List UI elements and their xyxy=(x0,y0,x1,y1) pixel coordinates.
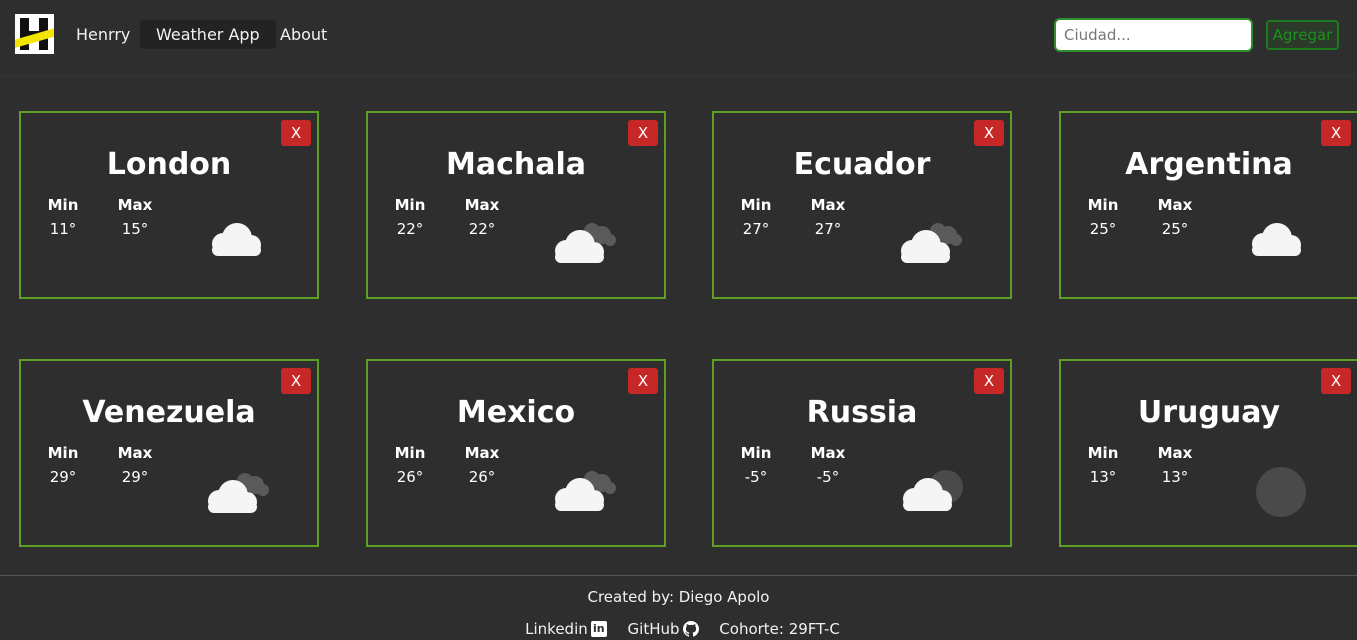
min-temp: 26° xyxy=(396,468,424,486)
min-temp: 22° xyxy=(396,220,424,238)
close-card-button[interactable]: X xyxy=(1321,120,1351,146)
weather-card-machala: X Machala Min 22° Max 22° xyxy=(366,111,666,299)
cloud-dark-cloud-icon xyxy=(555,471,616,511)
max-temp: 25° xyxy=(1161,220,1189,238)
max-temp: 26° xyxy=(468,468,496,486)
weather-card-uruguay: X Uruguay Min 13° Max 13° xyxy=(1059,359,1357,547)
weather-card-mexico: X Mexico Min 26° Max 26° xyxy=(366,359,666,547)
city-search-input[interactable] xyxy=(1054,18,1253,52)
footer: Created by: Diego Apolo Linkedin in GitH… xyxy=(0,575,1357,640)
add-city-button[interactable]: Agregar xyxy=(1266,20,1339,50)
night-moon-icon xyxy=(1256,467,1306,517)
city-name: Uruguay xyxy=(1137,395,1281,430)
min-temp: -5° xyxy=(744,468,768,486)
city-name: Machala xyxy=(445,147,586,182)
city-name: Argentina xyxy=(1125,147,1293,182)
nav-link-about[interactable]: About xyxy=(264,20,343,49)
min-label: Min xyxy=(1087,444,1119,462)
weather-card-ecuador: X Ecuador Min 27° Max 27° xyxy=(712,111,1012,299)
navbar: Henrry Weather App About Agregar xyxy=(0,0,1357,76)
cloud-icon xyxy=(1252,223,1301,256)
weather-card-venezuela: X Venezuela Min 29° Max 29° xyxy=(19,359,319,547)
city-name: London xyxy=(106,147,232,182)
close-card-button[interactable]: X xyxy=(281,368,311,394)
max-label: Max xyxy=(810,444,846,462)
cloud-dark-cloud-icon xyxy=(208,473,269,513)
max-label: Max xyxy=(117,196,153,214)
close-card-button[interactable]: X xyxy=(281,120,311,146)
min-temp: 29° xyxy=(49,468,77,486)
max-label: Max xyxy=(1157,196,1193,214)
min-label: Min xyxy=(394,196,426,214)
github-link[interactable]: GitHub xyxy=(628,620,699,638)
close-card-button[interactable]: X xyxy=(974,368,1004,394)
henry-logo-icon[interactable] xyxy=(15,14,54,54)
cloud-dark-cloud-icon xyxy=(901,223,962,263)
cohort-text: Cohorte: 29FT-C xyxy=(719,620,840,638)
city-name: Venezuela xyxy=(82,395,256,430)
weather-card-argentina: X Argentina Min 25° Max 25° xyxy=(1059,111,1357,299)
max-label: Max xyxy=(117,444,153,462)
max-label: Max xyxy=(1157,444,1193,462)
cloud-night-moon-icon xyxy=(903,470,963,511)
city-name: Ecuador xyxy=(793,147,931,182)
footer-credit: Created by: Diego Apolo xyxy=(587,588,770,606)
min-label: Min xyxy=(394,444,426,462)
max-label: Max xyxy=(810,196,846,214)
min-label: Min xyxy=(47,444,79,462)
cloud-dark-cloud-icon xyxy=(555,223,616,263)
max-label: Max xyxy=(464,444,500,462)
nav-link-henrry[interactable]: Henrry xyxy=(60,20,146,49)
close-card-button[interactable]: X xyxy=(1321,368,1351,394)
max-temp: 15° xyxy=(121,220,149,238)
linkedin-icon: in xyxy=(590,621,607,637)
footer-links: Linkedin in GitHub Cohorte: 29FT-C xyxy=(0,620,1357,638)
close-card-button[interactable]: X xyxy=(628,368,658,394)
max-label: Max xyxy=(464,196,500,214)
github-icon xyxy=(682,621,699,637)
min-label: Min xyxy=(740,196,772,214)
min-label: Min xyxy=(740,444,772,462)
max-temp: 13° xyxy=(1161,468,1189,486)
cloud-icon xyxy=(212,223,261,256)
linkedin-link[interactable]: Linkedin in xyxy=(525,620,607,638)
min-label: Min xyxy=(1087,196,1119,214)
max-temp: 22° xyxy=(468,220,496,238)
min-temp: 25° xyxy=(1089,220,1117,238)
linkedin-label: Linkedin xyxy=(525,620,588,638)
min-temp: 27° xyxy=(742,220,770,238)
weather-card-london: X London Min 11° Max 15° xyxy=(19,111,319,299)
city-name: Mexico xyxy=(456,395,576,430)
weather-card-russia: X Russia Min -5° Max -5° xyxy=(712,359,1012,547)
nav-link-weather-app[interactable]: Weather App xyxy=(140,20,276,49)
close-card-button[interactable]: X xyxy=(628,120,658,146)
min-label: Min xyxy=(47,196,79,214)
max-temp: -5° xyxy=(816,468,840,486)
city-name: Russia xyxy=(806,395,918,430)
max-temp: 27° xyxy=(814,220,842,238)
github-label: GitHub xyxy=(627,620,680,638)
min-temp: 13° xyxy=(1089,468,1117,486)
max-temp: 29° xyxy=(121,468,149,486)
close-card-button[interactable]: X xyxy=(974,120,1004,146)
min-temp: 11° xyxy=(49,220,77,238)
